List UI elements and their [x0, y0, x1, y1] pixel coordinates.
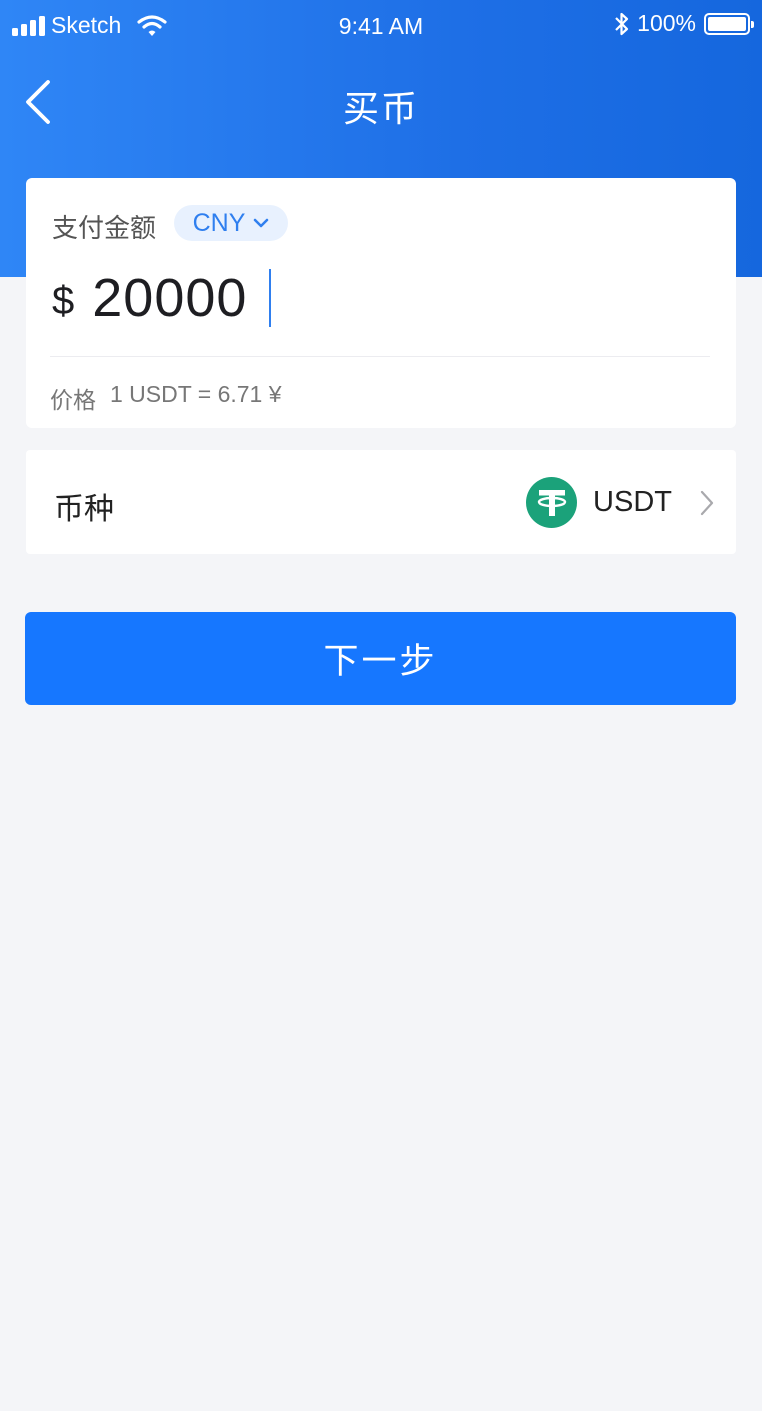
payment-amount-label: 支付金额 — [52, 213, 157, 243]
coin-selector: USDT — [526, 477, 714, 528]
battery-icon — [704, 12, 754, 35]
price-label: 价格 — [50, 387, 96, 413]
page-title: 买币 — [342, 88, 419, 129]
amount-input[interactable]: $ 20000 — [52, 266, 272, 330]
coin-type-label: 币种 — [54, 493, 114, 526]
battery-percent: 100% — [637, 10, 696, 36]
currency-selector[interactable]: CNY — [174, 205, 288, 241]
divider — [50, 356, 710, 357]
chevron-down-icon — [254, 218, 269, 228]
currency-symbol: $ — [52, 278, 75, 323]
price-row: 价格 1 USDT = 6.71 ¥ — [50, 381, 282, 415]
chevron-right-icon — [700, 490, 714, 515]
payment-amount-card: 支付金额 CNY $ 20000 价格 1 USDT = 6.71 ¥ — [26, 178, 736, 428]
tether-icon — [526, 477, 578, 528]
status-bar: Sketch 9:41 AM 100% — [0, 0, 762, 54]
currency-code: CNY — [192, 208, 246, 237]
status-right: 100% — [613, 10, 754, 37]
selected-coin: USDT — [593, 486, 672, 518]
next-step-button[interactable]: 下一步 — [25, 612, 736, 705]
coin-type-row[interactable]: 币种 USDT — [26, 450, 736, 554]
bluetooth-icon — [615, 12, 629, 35]
navigation-bar: 买币 — [0, 60, 762, 144]
text-cursor — [269, 269, 272, 327]
amount-value: 20000 — [92, 268, 248, 328]
price-value: 1 USDT = 6.71 ¥ — [110, 381, 282, 407]
